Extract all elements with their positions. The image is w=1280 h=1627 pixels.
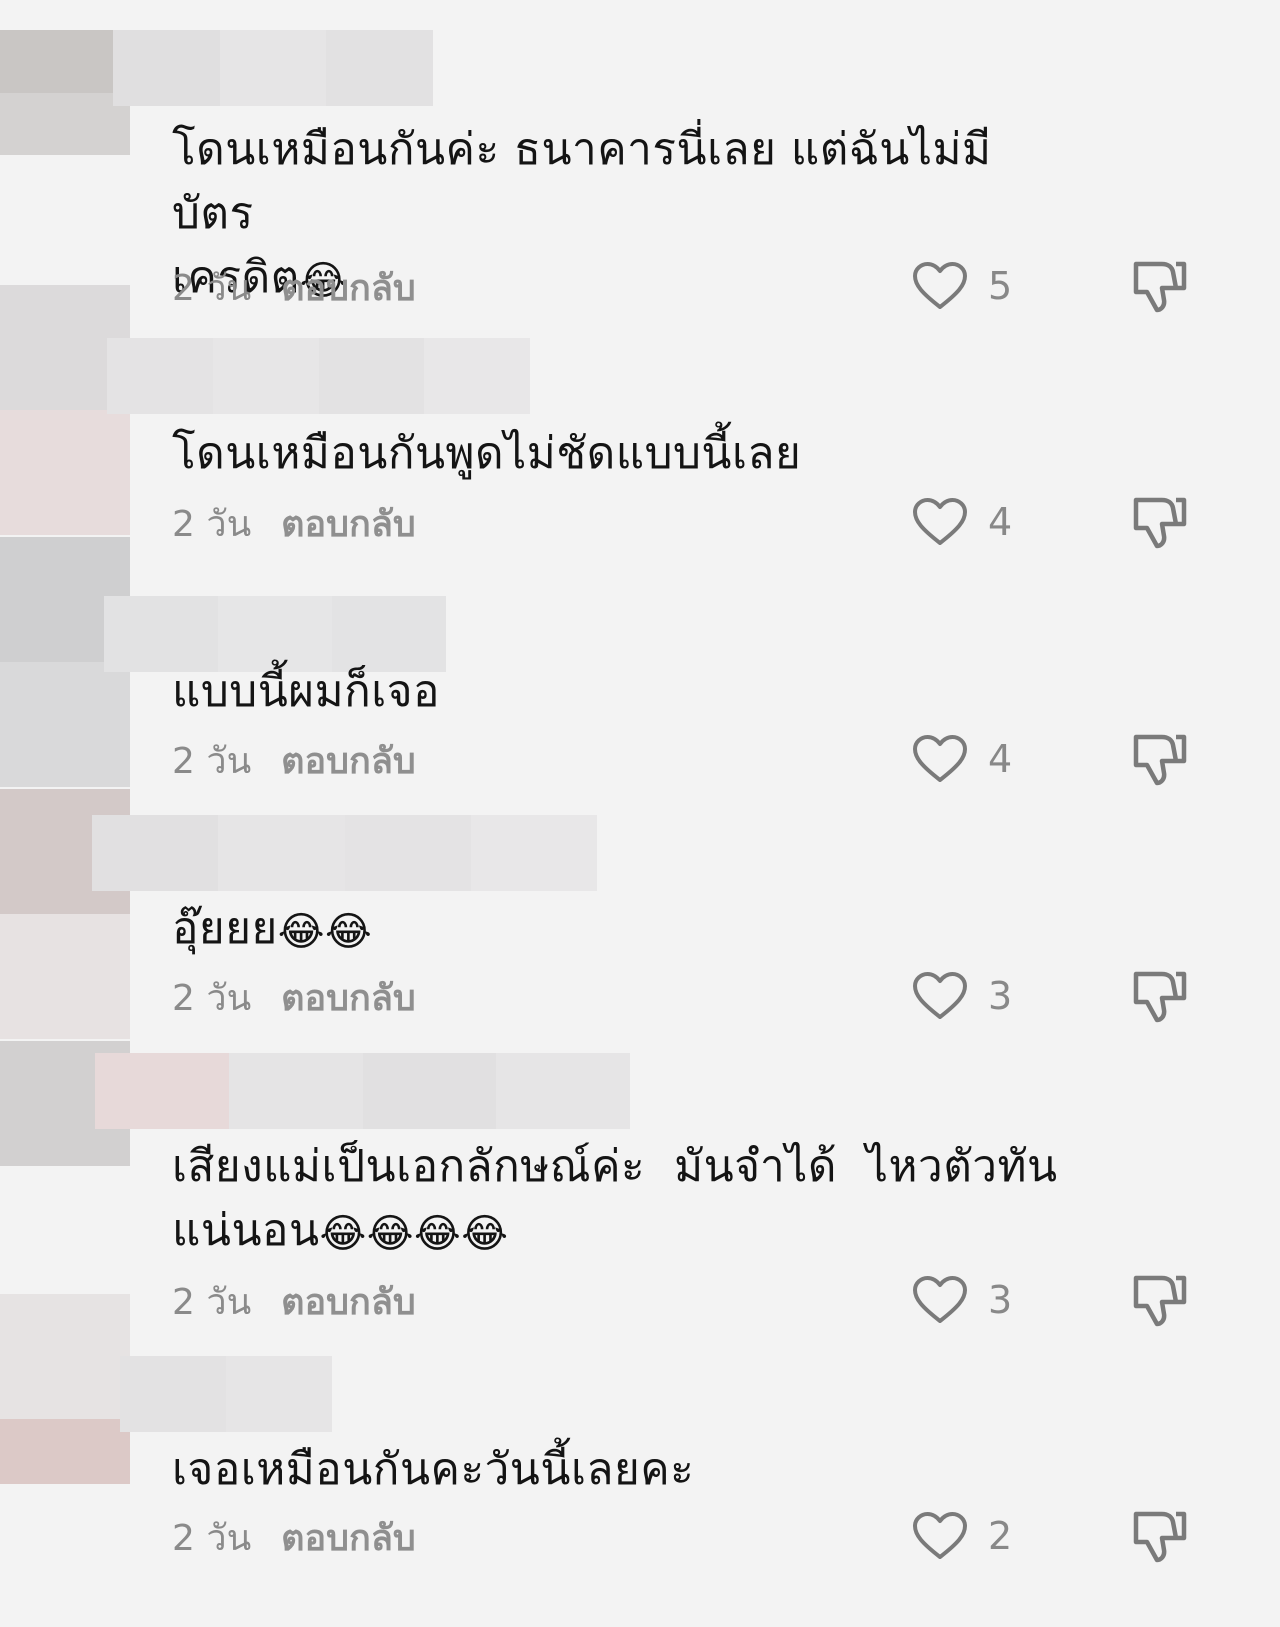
laughing-emoji: 😂😂 [277, 909, 373, 955]
comment-time: 2 วัน [172, 977, 252, 1019]
username-blurred[interactable] [113, 30, 434, 106]
comment-time: 2 วัน [172, 267, 252, 309]
comment-text: เสียงแม่เป็นเอกลักษณ์ค่ะ มันจำได้ ไหวตัว… [172, 1141, 1058, 1257]
username-blurred[interactable] [92, 815, 597, 891]
laughing-emoji: 😂😂😂😂 [319, 1211, 509, 1257]
comment-text: เจอเหมือนกันคะวันนี้เลยคะ [172, 1444, 695, 1495]
reply-button[interactable]: ตอบกลับ [281, 495, 416, 552]
heart-icon [912, 261, 968, 311]
reply-button[interactable]: ตอบกลับ [281, 969, 416, 1026]
comment-text: แบบนี้ผมก็เจอ [172, 666, 440, 717]
dislike-button[interactable] [1132, 258, 1188, 314]
dislike-button[interactable] [1132, 731, 1188, 787]
like-count: 3 [988, 974, 1013, 1018]
reply-button[interactable]: ตอบกลับ [281, 732, 416, 789]
like-button[interactable]: 2 [912, 1506, 1012, 1566]
like-button[interactable]: 3 [912, 966, 1012, 1026]
comment-list: โดนเหมือนกันค่ะ ธนาคารนี่เลย แต่ฉันไม่มี… [0, 0, 1280, 1627]
comment-time: 2 วัน [172, 740, 252, 782]
thumbs-down-icon [1132, 258, 1188, 314]
like-button[interactable]: 3 [912, 1270, 1012, 1330]
reply-button[interactable]: ตอบกลับ [281, 1509, 416, 1566]
like-count: 2 [988, 1514, 1013, 1558]
dislike-button[interactable] [1132, 1272, 1188, 1328]
like-count: 4 [988, 737, 1013, 781]
dislike-button[interactable] [1132, 1508, 1188, 1564]
username-blurred[interactable] [120, 1356, 332, 1432]
reply-button[interactable]: ตอบกลับ [281, 259, 416, 316]
like-count: 3 [988, 1278, 1013, 1322]
thumbs-down-icon [1132, 494, 1188, 550]
reply-button[interactable]: ตอบกลับ [281, 1273, 416, 1330]
like-button[interactable]: 4 [912, 492, 1012, 552]
thumbs-down-icon [1132, 968, 1188, 1024]
thumbs-down-icon [1132, 731, 1188, 787]
heart-icon [912, 1275, 968, 1325]
heart-icon [912, 1511, 968, 1561]
thumbs-down-icon [1132, 1508, 1188, 1564]
comment-text: อุ๊ยยย😂😂 [172, 903, 373, 955]
comment-text: โดนเหมือนกันพูดไม่ชัดแบบนี้เลย [172, 428, 802, 479]
avatar[interactable] [0, 30, 130, 155]
heart-icon [912, 971, 968, 1021]
username-blurred[interactable] [107, 338, 530, 414]
like-count: 5 [988, 264, 1013, 308]
comment-time: 2 วัน [172, 1281, 252, 1323]
like-button[interactable]: 4 [912, 729, 1012, 789]
username-blurred[interactable] [95, 1053, 630, 1129]
comment-time: 2 วัน [172, 1517, 252, 1559]
dislike-button[interactable] [1132, 968, 1188, 1024]
heart-icon [912, 497, 968, 547]
dislike-button[interactable] [1132, 494, 1188, 550]
thumbs-down-icon [1132, 1272, 1188, 1328]
heart-icon [912, 734, 968, 784]
avatar[interactable] [0, 1294, 130, 1484]
comment-time: 2 วัน [172, 503, 252, 545]
like-button[interactable]: 5 [912, 256, 1012, 316]
like-count: 4 [988, 500, 1013, 544]
